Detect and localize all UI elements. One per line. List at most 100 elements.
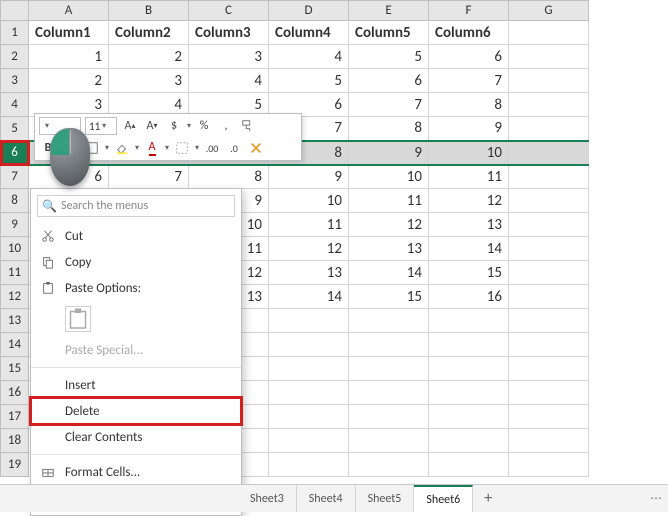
cell[interactable]: 15 bbox=[349, 285, 429, 309]
cell[interactable]: 16 bbox=[429, 285, 509, 309]
cell[interactable] bbox=[509, 45, 589, 69]
cell[interactable] bbox=[509, 141, 589, 165]
cell[interactable]: 2 bbox=[29, 69, 109, 93]
paste-option-default[interactable] bbox=[31, 301, 241, 337]
row-header-7[interactable]: 7 bbox=[1, 165, 29, 189]
cell[interactable] bbox=[509, 21, 589, 45]
font-color-icon[interactable]: A bbox=[143, 139, 161, 157]
format-icon[interactable] bbox=[247, 139, 265, 157]
cell[interactable]: 15 bbox=[429, 261, 509, 285]
col-header-D[interactable]: D bbox=[269, 1, 349, 21]
cell[interactable]: 14 bbox=[349, 261, 429, 285]
row-header-13[interactable]: 13 bbox=[1, 309, 29, 333]
menu-copy[interactable]: Copy bbox=[31, 249, 241, 275]
row-header-17[interactable]: 17 bbox=[1, 405, 29, 429]
cell[interactable] bbox=[509, 285, 589, 309]
cell[interactable] bbox=[509, 93, 589, 117]
cell[interactable] bbox=[509, 165, 589, 189]
cell[interactable]: 11 bbox=[429, 165, 509, 189]
cell[interactable]: Column3 bbox=[189, 21, 269, 45]
cell[interactable]: 13 bbox=[269, 261, 349, 285]
row-header-19[interactable]: 19 bbox=[1, 453, 29, 477]
fill-color-icon[interactable] bbox=[113, 139, 131, 157]
cell[interactable]: 4 bbox=[189, 69, 269, 93]
row-header-8[interactable]: 8 bbox=[1, 189, 29, 213]
row-header-15[interactable]: 15 bbox=[1, 357, 29, 381]
currency-format-icon[interactable]: $ bbox=[165, 117, 183, 135]
cell[interactable]: 14 bbox=[269, 285, 349, 309]
cell[interactable]: 5 bbox=[269, 69, 349, 93]
cell[interactable]: 13 bbox=[429, 213, 509, 237]
row-header-2[interactable]: 2 bbox=[1, 45, 29, 69]
sheet-tab-active[interactable]: Sheet6 bbox=[414, 485, 473, 512]
col-header-A[interactable]: A bbox=[29, 1, 109, 21]
row-header-6[interactable]: 6 bbox=[1, 141, 29, 165]
cell[interactable]: 9 bbox=[269, 165, 349, 189]
cell[interactable]: 6 bbox=[429, 45, 509, 69]
cell[interactable]: 2 bbox=[109, 45, 189, 69]
col-header-C[interactable]: C bbox=[189, 1, 269, 21]
cell[interactable]: 8 bbox=[349, 117, 429, 141]
row-header-5[interactable]: 5 bbox=[1, 117, 29, 141]
cell[interactable]: Column6 bbox=[429, 21, 509, 45]
increase-decimal-icon[interactable]: .00 bbox=[203, 139, 221, 157]
row-header-3[interactable]: 3 bbox=[1, 69, 29, 93]
menu-search-input[interactable]: 🔍 Search the menus bbox=[37, 195, 235, 217]
cell[interactable]: 5 bbox=[349, 45, 429, 69]
col-header-B[interactable]: B bbox=[109, 1, 189, 21]
cell[interactable]: 7 bbox=[349, 93, 429, 117]
row-header-16[interactable]: 16 bbox=[1, 381, 29, 405]
decrease-font-icon[interactable]: A▾ bbox=[143, 117, 161, 135]
cell[interactable] bbox=[509, 117, 589, 141]
cell[interactable] bbox=[509, 237, 589, 261]
row-header-10[interactable]: 10 bbox=[1, 237, 29, 261]
cell[interactable]: 8 bbox=[189, 165, 269, 189]
cell[interactable]: 14 bbox=[429, 237, 509, 261]
cell[interactable]: 11 bbox=[269, 213, 349, 237]
menu-insert[interactable]: Insert bbox=[31, 372, 241, 398]
decrease-decimal-icon[interactable]: .0 bbox=[225, 139, 243, 157]
cell[interactable] bbox=[509, 69, 589, 93]
cell[interactable]: 8 bbox=[429, 93, 509, 117]
cell[interactable]: Column5 bbox=[349, 21, 429, 45]
sheet-tab[interactable]: Sheet4 bbox=[297, 485, 356, 512]
cell[interactable]: 12 bbox=[269, 237, 349, 261]
increase-font-icon[interactable]: A▴ bbox=[121, 117, 139, 135]
menu-clear-contents[interactable]: Clear Contents bbox=[31, 424, 241, 450]
cell[interactable]: 3 bbox=[189, 45, 269, 69]
row-header-14[interactable]: 14 bbox=[1, 333, 29, 357]
cell[interactable]: 7 bbox=[429, 69, 509, 93]
cell[interactable]: 3 bbox=[109, 69, 189, 93]
cell[interactable]: 10 bbox=[429, 141, 509, 165]
menu-delete[interactable]: Delete bbox=[31, 398, 241, 424]
row-header-18[interactable]: 18 bbox=[1, 429, 29, 453]
cell[interactable]: Column1 bbox=[29, 21, 109, 45]
cell[interactable]: 10 bbox=[269, 189, 349, 213]
paste-default-icon[interactable] bbox=[65, 306, 91, 332]
cell[interactable]: 9 bbox=[429, 117, 509, 141]
col-header-G[interactable]: G bbox=[509, 1, 589, 21]
comma-format-icon[interactable]: , bbox=[217, 117, 235, 135]
cell[interactable]: 13 bbox=[349, 237, 429, 261]
row-header-4[interactable]: 4 bbox=[1, 93, 29, 117]
add-sheet-button[interactable]: + bbox=[473, 485, 503, 512]
cell[interactable]: Column2 bbox=[109, 21, 189, 45]
sheet-tab[interactable]: Sheet3 bbox=[238, 485, 297, 512]
cell[interactable] bbox=[509, 213, 589, 237]
col-header-F[interactable]: F bbox=[429, 1, 509, 21]
cell[interactable]: 6 bbox=[349, 69, 429, 93]
cell[interactable]: 9 bbox=[349, 141, 429, 165]
cell[interactable] bbox=[509, 189, 589, 213]
tab-overflow-button[interactable]: ⋯ bbox=[644, 485, 668, 512]
cell[interactable]: Column4 bbox=[269, 21, 349, 45]
percent-format-icon[interactable]: % bbox=[195, 117, 213, 135]
col-header-E[interactable]: E bbox=[349, 1, 429, 21]
borders-dropdown-icon[interactable] bbox=[173, 139, 191, 157]
cell[interactable]: 12 bbox=[429, 189, 509, 213]
row-header-1[interactable]: 1 bbox=[1, 21, 29, 45]
menu-cut[interactable]: Cut bbox=[31, 223, 241, 249]
row-header-12[interactable]: 12 bbox=[1, 285, 29, 309]
row-header-11[interactable]: 11 bbox=[1, 261, 29, 285]
cell[interactable]: 10 bbox=[349, 165, 429, 189]
cell[interactable]: 12 bbox=[349, 213, 429, 237]
